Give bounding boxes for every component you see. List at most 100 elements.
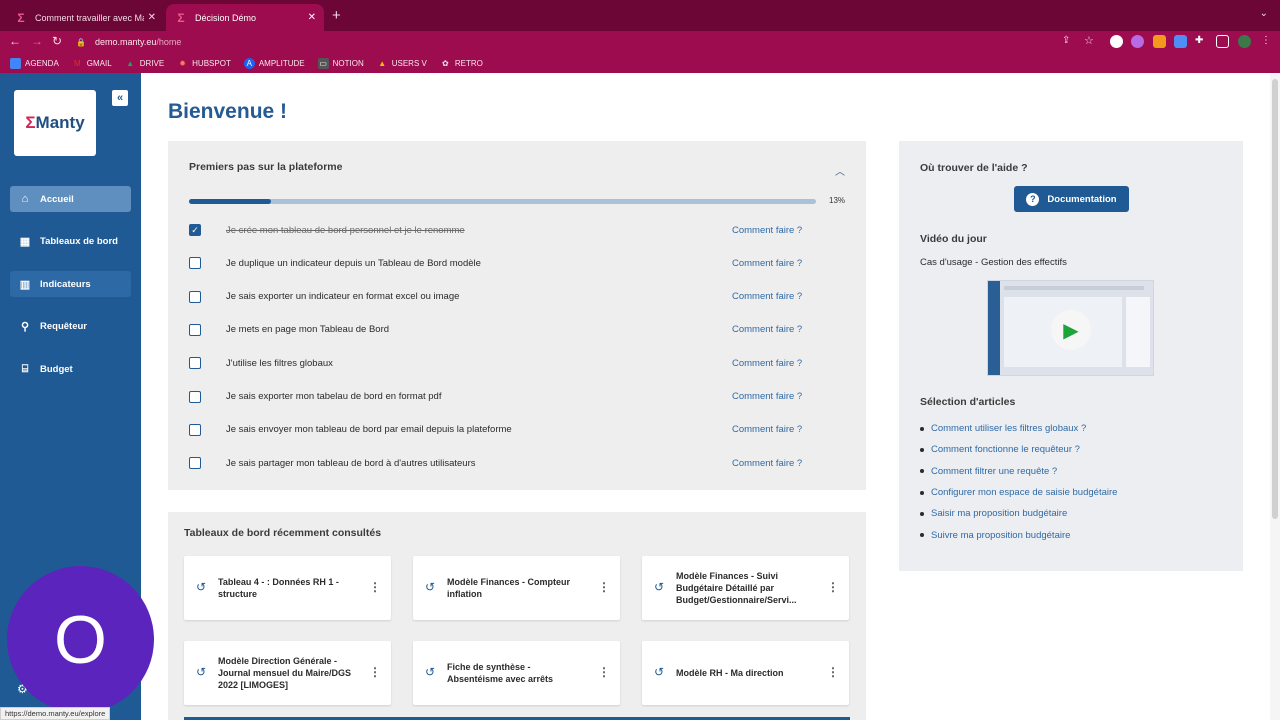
bookmark-drive[interactable]: ▲ DRIVE <box>125 58 164 69</box>
more-options-icon[interactable]: ⋮ <box>827 665 839 679</box>
how-to-link[interactable]: Comment faire ? <box>732 391 802 402</box>
logo-sigma: Σ <box>25 113 36 132</box>
more-options-icon[interactable]: ⋮ <box>369 580 381 594</box>
forward-icon[interactable]: → <box>31 34 43 48</box>
back-icon[interactable]: ← <box>9 34 21 48</box>
close-icon[interactable]: ✕ <box>308 12 316 23</box>
task-checkbox[interactable] <box>189 423 201 436</box>
task-checkbox[interactable] <box>189 257 201 270</box>
how-to-link[interactable]: Comment faire ? <box>732 291 802 302</box>
sidebar-item-label: Indicateurs <box>40 278 91 290</box>
extension-icon[interactable] <box>1153 35 1166 48</box>
thumbnail-side-panel <box>1126 297 1150 367</box>
how-to-link[interactable]: Comment faire ? <box>732 225 802 236</box>
sidebar-item-requeteur[interactable]: ⚲ Requêteur <box>10 313 131 339</box>
task-checkbox[interactable] <box>189 357 201 370</box>
onboarding-task: Je mets en page mon Tableau de Bord Comme… <box>189 322 819 338</box>
scrollbar-thumb[interactable] <box>1272 79 1278 519</box>
video-thumbnail[interactable]: ▶ <box>987 280 1154 376</box>
browser-tab-bar: Σ Comment travailler avec Manty ✕ Σ Déci… <box>0 0 1280 31</box>
onboarding-progress-bar <box>189 199 816 204</box>
user-avatar[interactable]: O <box>7 566 154 713</box>
how-to-link[interactable]: Comment faire ? <box>732 324 802 335</box>
video-subtitle: Cas d'usage - Gestion des effectifs <box>920 257 1067 268</box>
reload-icon[interactable]: ↻ <box>52 34 62 48</box>
close-icon[interactable]: ✕ <box>148 12 156 23</box>
article-link[interactable]: Saisir ma proposition budgétaire <box>920 503 1117 524</box>
documentation-button[interactable]: ? Documentation <box>1014 186 1129 212</box>
extension-icon[interactable] <box>1174 35 1187 48</box>
article-link[interactable]: Configurer mon espace de saisie budgétai… <box>920 482 1117 503</box>
bookmark-gmail[interactable]: M GMAIL <box>72 58 112 69</box>
article-link[interactable]: Suivre ma proposition budgétaire <box>920 524 1117 545</box>
play-icon[interactable]: ▶ <box>1051 310 1091 350</box>
articles-title: Sélection d'articles <box>920 396 1016 408</box>
onboarding-task: ✓ Je crée mon tableau de bord personnel e… <box>189 222 819 238</box>
dashboard-tile[interactable]: ↺ Modèle Finances - Compteur inflation ⋮ <box>413 556 620 620</box>
task-checkbox[interactable]: ✓ <box>189 224 201 236</box>
page-scrollbar[interactable] <box>1270 73 1280 720</box>
progress-percent: 13% <box>829 196 846 205</box>
home-icon: ⌂ <box>21 193 29 205</box>
bookmark-amplitude[interactable]: A AMPLITUDE <box>243 57 305 69</box>
dashboard-tile[interactable]: ↺ Modèle Finances - Suivi Budgétaire Déta… <box>642 556 849 620</box>
onboarding-title: Premiers pas sur la plateforme <box>189 161 343 173</box>
task-checkbox[interactable] <box>189 390 201 403</box>
bookmark-star-icon[interactable]: ☆ <box>1084 34 1097 47</box>
onboarding-task: Je duplique un indicateur depuis un Tabl… <box>189 255 819 271</box>
bookmark-hubspot[interactable]: ✹ HUBSPOT <box>177 58 231 69</box>
sidebar-item-accueil[interactable]: ⌂ Accueil <box>10 186 131 212</box>
dashboard-tile[interactable]: ↺ Modèle Direction Générale - Journal men… <box>184 641 391 705</box>
profile-icon[interactable] <box>1238 35 1251 48</box>
history-icon: ↺ <box>654 665 665 679</box>
more-options-icon[interactable]: ⋮ <box>598 665 610 679</box>
task-checkbox[interactable] <box>189 457 201 470</box>
puzzle-icon[interactable]: ✚ <box>1195 35 1208 48</box>
menu-dots-icon[interactable]: ⋮ <box>1261 35 1274 48</box>
extension-icon[interactable] <box>1131 35 1144 48</box>
sidebar-item-indicateurs[interactable]: ▥ Indicateurs <box>10 271 131 297</box>
article-link[interactable]: Comment fonctionne le requêteur ? <box>920 439 1117 460</box>
article-link[interactable]: Comment filtrer une requête ? <box>920 461 1117 482</box>
bookmark-users[interactable]: ▲ USERS V <box>377 58 427 69</box>
recent-dashboards-card: Tableaux de bord récemment consultés ↺ Ta… <box>168 512 866 720</box>
more-options-icon[interactable]: ⋮ <box>369 665 381 679</box>
chevron-up-icon[interactable]: ︿ <box>835 163 845 178</box>
manty-logo[interactable]: Σ Manty <box>14 90 96 156</box>
history-icon: ↺ <box>425 580 436 594</box>
browser-tab-2[interactable]: Σ Décision Démo ✕ <box>166 4 324 31</box>
collapse-sidebar-icon[interactable]: « <box>112 90 128 106</box>
bookmark-notion[interactable]: ▭ NOTION <box>317 57 364 69</box>
dashboard-tile[interactable]: ↺ Fiche de synthèse - Absentéisme avec ar… <box>413 641 620 705</box>
article-link[interactable]: Comment utiliser les filtres globaux ? <box>920 418 1117 439</box>
sidepanel-icon[interactable] <box>1216 35 1229 48</box>
task-checkbox[interactable] <box>189 290 201 303</box>
task-checkbox[interactable] <box>189 323 201 336</box>
more-options-icon[interactable]: ⋮ <box>827 580 839 594</box>
bookmark-agenda[interactable]: AGENDA <box>10 57 59 69</box>
how-to-link[interactable]: Comment faire ? <box>732 258 802 269</box>
sidebar-item-tableaux-de-bord[interactable]: ▦ Tableaux de bord <box>10 228 131 254</box>
dashboard-tile[interactable]: ↺ Tableau 4 - : Données RH 1 - structure ⋮ <box>184 556 391 620</box>
manty-favicon-icon: Σ <box>17 10 25 25</box>
address-bar[interactable]: 🔒 demo.manty.eu/home <box>76 33 1102 51</box>
bank-icon: ⌸ <box>21 362 29 375</box>
dashboard-tile[interactable]: ↺ Modèle RH - Ma direction ⋮ <box>642 641 849 705</box>
sidebar-item-budget[interactable]: ⌸ Budget <box>10 356 131 382</box>
bookmark-retro[interactable]: ✿ RETRO <box>440 58 483 69</box>
bullet-icon <box>920 447 924 452</box>
more-options-icon[interactable]: ⋮ <box>598 580 610 594</box>
url-host: demo.manty.eu <box>94 37 157 47</box>
article-label: Comment filtrer une requête ? <box>931 465 1058 477</box>
how-to-link[interactable]: Comment faire ? <box>732 358 802 369</box>
extension-icon[interactable] <box>1110 35 1123 48</box>
onboarding-task: Je sais exporter un indicateur en format… <box>189 289 819 305</box>
onboarding-task: Je sais exporter mon tabelau de bord en … <box>189 389 819 405</box>
how-to-link[interactable]: Comment faire ? <box>732 424 802 435</box>
new-tab-button[interactable]: + <box>332 7 341 24</box>
bookmark-label: RETRO <box>454 58 483 68</box>
browser-tab-1[interactable]: Σ Comment travailler avec Manty ✕ <box>6 4 164 31</box>
share-icon[interactable]: ⇪ <box>1062 35 1075 48</box>
how-to-link[interactable]: Comment faire ? <box>732 458 802 469</box>
tab-search-icon[interactable]: ⌄ <box>1260 8 1268 19</box>
